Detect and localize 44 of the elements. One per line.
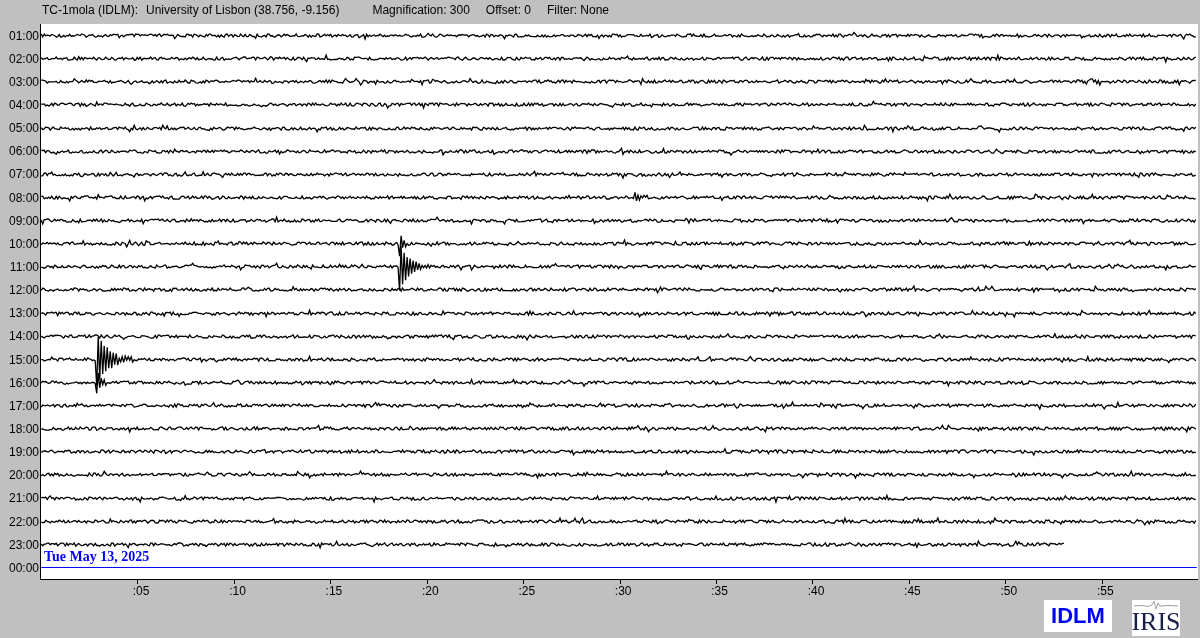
minute-tick-label: :45 [904,584,921,600]
hour-label: 06:00 [8,144,40,159]
minute-tick-label: :10 [229,584,246,600]
hour-label: 13:00 [8,306,40,321]
location-label: University of Lisbon (38.756, -9.156) [146,3,340,17]
station-label: TC-1mola (IDLM): [42,3,138,17]
waveform-icon [1134,600,1178,610]
hour-label: 09:00 [8,213,40,228]
hour-label: 00:00 [8,560,40,575]
hour-label: 05:00 [8,121,40,136]
hour-label: 04:00 [8,98,40,112]
hour-label: 01:00 [8,28,40,43]
minute-tick-label: :25 [518,584,536,600]
minute-tick-label: :55 [1096,584,1114,600]
minute-tick-label: :35 [711,584,728,600]
minute-tick-label: :15 [325,584,343,600]
hour-label: 19:00 [8,445,40,460]
filter-label: Filter: None [547,3,610,17]
hour-label: 22:00 [8,514,40,529]
offset-label: Offset: 0 [485,3,531,17]
hour-label: 15:00 [8,352,40,367]
hour-label: 20:00 [8,468,40,483]
hour-label: 08:00 [8,190,40,205]
hour-label: 02:00 [8,51,40,66]
hour-label: 14:00 [8,329,40,344]
minute-tick-label: :30 [614,584,632,600]
magnification-label: Magnification: 300 [372,3,470,17]
hour-label: 10:00 [8,236,40,251]
hour-label: 12:00 [8,283,40,298]
minute-tick-label: :40 [807,584,825,600]
hour-label: 21:00 [8,491,40,506]
hour-label: 23:00 [8,537,40,552]
hour-label: 11:00 [9,259,40,274]
minute-tick-label: :50 [1000,584,1018,600]
minute-tick-label: :05 [132,584,150,600]
hour-label: 03:00 [8,74,40,89]
hour-label: 18:00 [8,421,40,436]
station-logo: IDLM [1044,600,1112,632]
minute-tick-label: :20 [422,584,439,600]
hour-label: 16:00 [8,375,40,390]
hour-label: 07:00 [8,167,40,182]
date-label: Tue May 13, 2025 [44,548,150,565]
network-logo: IRIS [1132,600,1180,636]
hour-label: 17:00 [8,398,40,413]
